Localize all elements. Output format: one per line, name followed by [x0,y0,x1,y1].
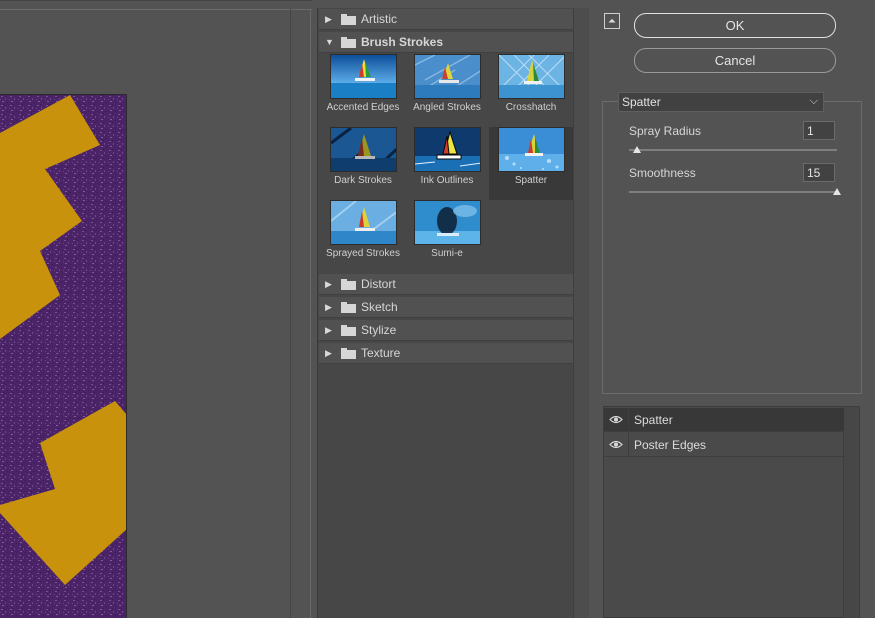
chevron-up-icon: ⏶ [608,15,616,27]
folder-icon [341,324,356,336]
thumb-image [497,54,565,99]
thumb-label: Sumi-e [431,248,463,259]
smoothness-label-text: Smoothness [629,166,696,180]
category-label: Sketch [361,300,398,314]
thumb-label: Ink Outlines [420,175,474,186]
category-sketch[interactable]: ▶ Sketch [319,297,573,318]
layers-scrollbar[interactable] [843,407,859,618]
thumb-label: Crosshatch [505,102,557,113]
category-brush-strokes[interactable]: ▼ Brush Strokes [319,32,573,53]
preview-top-border [0,9,312,10]
thumb-sprayed-strokes[interactable]: Sprayed Strokes [321,200,405,273]
thumb-image [497,127,565,172]
smoothness-label: Smoothness [629,166,696,180]
gallery-scrollbar[interactable] [573,8,589,618]
filter-gallery: ▶ Artistic ▼ Brush Strokes Accented Edge… [317,8,589,618]
category-label: Distort [361,277,396,291]
category-artistic[interactable]: ▶ Artistic [319,9,573,30]
thumb-spatter[interactable]: Spatter [489,127,573,200]
thumb-label: Spatter [514,175,548,186]
thumb-image [413,54,481,99]
smoothness-slider-knob[interactable] [833,188,841,195]
collapse-gallery-button[interactable]: ⏶ [604,13,620,29]
thumb-ink-outlines[interactable]: Ink Outlines [405,127,489,200]
filter-select-value: Spatter [622,95,661,109]
effect-layer-poster-edges[interactable]: Poster Edges [604,432,844,457]
spray-radius-slider-knob[interactable] [633,146,642,153]
spray-radius-label-text: Spray Radius [629,124,702,138]
folder-icon [341,278,356,290]
thumb-dark-strokes[interactable]: Dark Strokes [321,127,405,200]
category-texture[interactable]: ▶ Texture [319,343,573,364]
chevron-down-icon: ⌵ [809,95,818,107]
eye-icon[interactable] [604,407,629,432]
filter-settings-panel [602,101,862,394]
thumb-label: Angled Strokes [413,102,481,113]
category-label: Stylize [361,323,397,337]
collapse-arrow-icon: ▼ [325,37,334,47]
category-distort[interactable]: ▶ Distort [319,274,573,295]
spray-radius-slider[interactable] [629,149,837,151]
category-stylize[interactable]: ▶ Stylize [319,320,573,341]
thumb-image [329,200,397,245]
thumb-image [329,127,397,172]
spray-radius-input[interactable]: 1 [803,121,835,140]
folder-icon [341,36,356,48]
preview-canvas[interactable] [0,94,127,618]
thumb-angled-strokes[interactable]: Angled Strokes [405,54,489,127]
ok-button[interactable]: OK [634,13,836,38]
folder-icon [341,301,356,313]
preview-divider [290,9,291,618]
thumb-label: Accented Edges [326,102,400,113]
category-label: Texture [361,346,401,360]
layer-name: Spatter [634,412,673,427]
spray-radius-label: Spray Radius [629,124,701,138]
layer-name: Poster Edges [634,437,707,452]
expand-arrow-icon: ▶ [325,347,332,358]
expand-arrow-icon: ▶ [325,324,332,335]
folder-icon [341,347,356,359]
thumb-sumi-e[interactable]: Sumi-e [405,200,489,273]
expand-arrow-icon: ▶ [325,301,332,312]
cancel-button[interactable]: Cancel [634,48,836,73]
smoothness-slider[interactable] [629,191,837,193]
thumb-accented-edges[interactable]: Accented Edges [321,54,405,127]
filter-select[interactable]: Spatter ⌵ [618,92,824,112]
thumb-image [329,54,397,99]
smoothness-input[interactable]: 15 [803,163,835,182]
brush-strokes-thumbnails: Accented Edges Angled Strokes Crosshatch… [319,54,573,275]
thumb-image [413,127,481,172]
thumb-crosshatch[interactable]: Crosshatch [489,54,573,127]
thumb-image [413,200,481,245]
expand-arrow-icon: ▶ [325,278,332,289]
thumb-label: Dark Strokes [334,175,392,186]
category-label: Brush Strokes [361,35,444,49]
folder-icon [341,13,356,25]
preview-right-border [310,9,311,618]
eye-icon[interactable] [604,432,629,457]
effect-layers-panel: Spatter Poster Edges [603,406,860,618]
thumb-label: Sprayed Strokes [326,248,400,259]
effect-layer-spatter[interactable]: Spatter [604,407,844,432]
preview-pane[interactable] [0,0,312,618]
expand-arrow-icon: ▶ [325,13,332,24]
category-label: Artistic [361,12,397,26]
